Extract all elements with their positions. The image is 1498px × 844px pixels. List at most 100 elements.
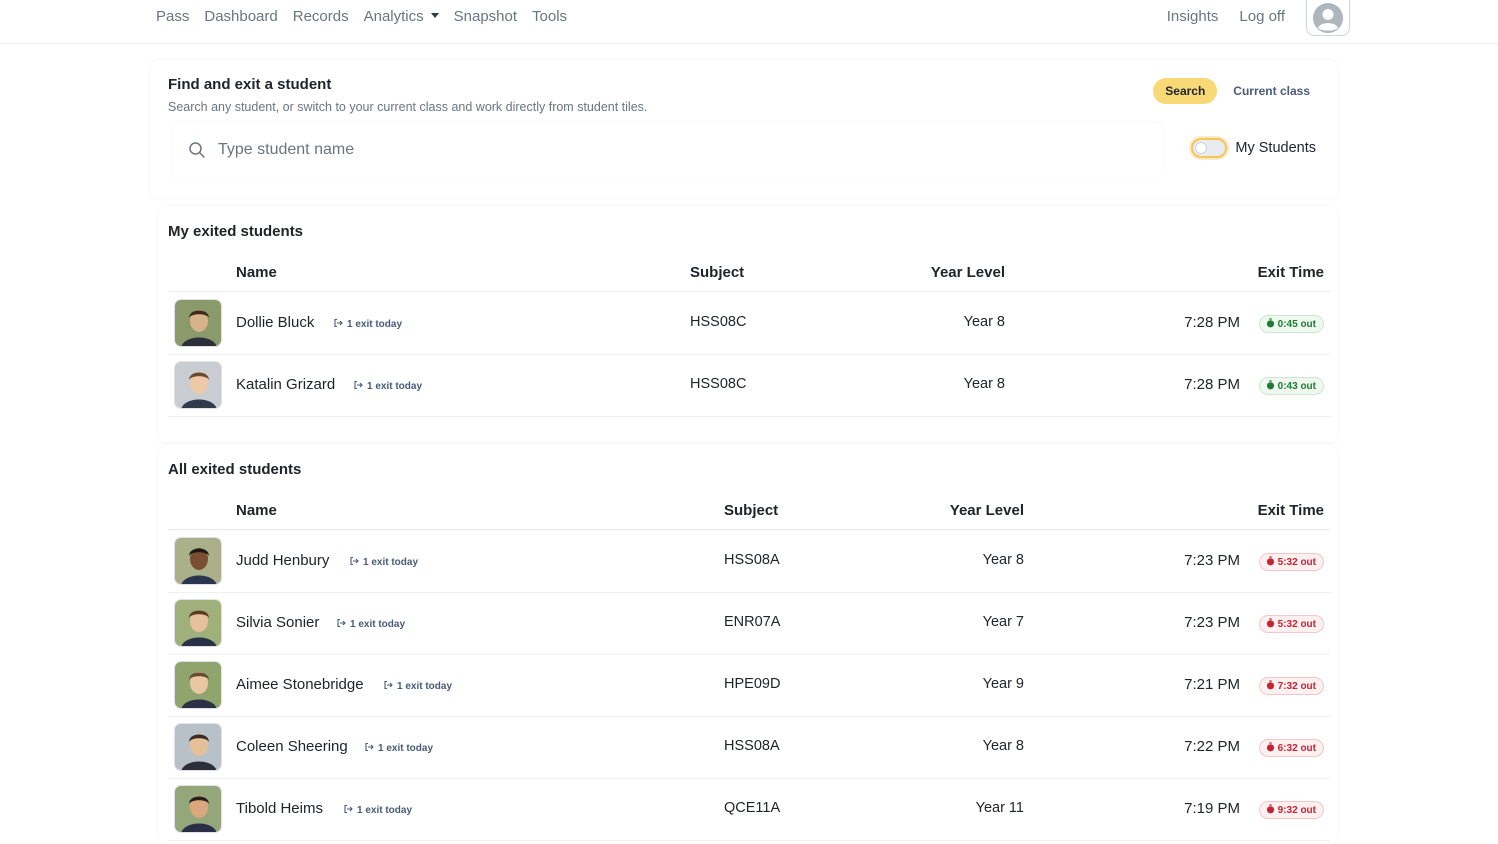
student-year-level: Year 8: [963, 314, 1005, 330]
student-year-level: Year 11: [975, 800, 1024, 816]
student-photo: [174, 361, 222, 409]
student-name[interactable]: Judd Henbury: [236, 552, 329, 569]
student-name[interactable]: Tibold Heims: [236, 800, 323, 817]
user-avatar-icon: [1313, 2, 1343, 33]
nav-tools[interactable]: Tools: [532, 8, 567, 25]
exit-count-text: 1 exit today: [363, 557, 419, 568]
caret-down-icon: [430, 12, 439, 18]
time-out-text: 9:32 out: [1277, 804, 1316, 816]
exit-count-badge: 1 exit today: [343, 804, 412, 817]
exit-count-text: 1 exit today: [357, 805, 413, 816]
exit-count-text: 1 exit today: [397, 681, 453, 692]
time-out-text: 0:45 out: [1277, 318, 1316, 330]
exit-arrow-icon: [364, 742, 374, 755]
time-out-text: 6:32 out: [1277, 742, 1316, 754]
time-out-badge: 6:32 out: [1258, 739, 1324, 757]
time-out-badge: 9:32 out: [1258, 801, 1324, 819]
my-students-toggle-group: My Students: [1191, 138, 1316, 158]
student-name[interactable]: Coleen Sheering: [236, 738, 348, 755]
search-icon: [189, 142, 205, 158]
exit-count-text: 1 exit today: [378, 743, 434, 754]
all-exited-students-section: All exited students Name Subject Year Le…: [158, 444, 1338, 844]
nav-pass[interactable]: Pass: [156, 8, 189, 25]
nav-dashboard[interactable]: Dashboard: [204, 8, 277, 25]
col-name: Name: [236, 264, 277, 281]
student-year-level: Year 8: [982, 552, 1024, 568]
timer-icon: [1266, 555, 1275, 569]
section-title: All exited students: [168, 461, 302, 478]
time-out-badge: 5:32 out: [1258, 615, 1324, 633]
student-subject: ENR07A: [724, 614, 781, 630]
time-out-badge: 7:32 out: [1258, 677, 1324, 695]
student-photo: [174, 537, 222, 585]
exit-time: 7:23 PM: [1184, 614, 1240, 631]
col-subject: Subject: [724, 502, 779, 519]
student-subject: QCE11A: [724, 800, 781, 816]
timer-icon: [1266, 379, 1275, 393]
nav-log-off[interactable]: Log off: [1239, 8, 1285, 25]
exit-count-badge: 1 exit today: [349, 556, 418, 569]
student-row[interactable]: Silvia Sonier 1 exit today ENR07A Year 7…: [168, 593, 1330, 655]
mode-switch: Search Current class: [1153, 78, 1322, 104]
student-year-level: Year 9: [982, 676, 1024, 692]
nav-right-links: Insights Log off: [1167, 0, 1350, 36]
exit-arrow-icon: [383, 680, 393, 693]
my-exited-students-section: My exited students Name Subject Year Lev…: [158, 206, 1338, 442]
student-row[interactable]: Tibold Heims 1 exit today QCE11A Year 11…: [168, 779, 1330, 841]
student-subject: HSS08A: [724, 552, 780, 568]
exit-arrow-icon: [353, 380, 363, 393]
student-row[interactable]: Coleen Sheering 1 exit today HSS08A Year…: [168, 717, 1330, 779]
exit-time: 7:23 PM: [1184, 552, 1240, 569]
top-navbar: Pass Dashboard Records Analytics Snapsho…: [0, 0, 1498, 44]
exit-time: 7:19 PM: [1184, 800, 1240, 817]
time-out-text: 7:32 out: [1277, 680, 1316, 692]
exit-count-badge: 1 exit today: [364, 742, 433, 755]
user-avatar-button[interactable]: [1306, 0, 1350, 36]
student-row[interactable]: Katalin Grizard 1 exit today HSS08C Year…: [168, 355, 1330, 417]
nav-records[interactable]: Records: [293, 8, 349, 25]
student-year-level: Year 8: [963, 376, 1005, 392]
student-search-input[interactable]: [218, 141, 1118, 159]
exit-count-text: 1 exit today: [347, 319, 403, 330]
exit-count-badge: 1 exit today: [333, 318, 402, 331]
student-subject: HSS08A: [724, 738, 780, 754]
nav-snapshot[interactable]: Snapshot: [454, 8, 517, 25]
time-out-badge: 0:43 out: [1258, 377, 1324, 395]
my-students-toggle[interactable]: [1191, 138, 1228, 158]
col-name: Name: [236, 502, 277, 519]
student-photo: [174, 599, 222, 647]
exit-count-badge: 1 exit today: [336, 618, 405, 631]
nav-analytics-label: Analytics: [363, 7, 424, 25]
table-header: Name Subject Year Level Exit Time: [168, 256, 1330, 292]
timer-icon: [1266, 317, 1275, 331]
timer-icon: [1266, 617, 1275, 631]
exit-time: 7:28 PM: [1184, 376, 1240, 393]
nav-analytics-dropdown[interactable]: Analytics: [364, 8, 439, 25]
student-row[interactable]: Judd Henbury 1 exit today HSS08A Year 8 …: [168, 531, 1330, 593]
time-out-badge: 5:32 out: [1258, 553, 1324, 571]
student-subject: HSS08C: [690, 376, 747, 392]
exit-arrow-icon: [343, 804, 353, 817]
exit-count-badge: 1 exit today: [353, 380, 422, 393]
student-photo: [174, 661, 222, 709]
mode-current-class-button[interactable]: Current class: [1221, 78, 1322, 104]
student-subject: HPE09D: [724, 676, 781, 692]
toggle-knob: [1195, 142, 1208, 154]
timer-icon: [1266, 741, 1275, 755]
student-row[interactable]: Dollie Bluck 1 exit today HSS08C Year 8 …: [168, 293, 1330, 355]
nav-insights[interactable]: Insights: [1167, 8, 1219, 25]
time-out-text: 5:32 out: [1277, 618, 1316, 630]
section-title: My exited students: [168, 223, 304, 240]
student-name[interactable]: Katalin Grizard: [236, 376, 335, 393]
student-subject: HSS08C: [690, 314, 747, 330]
time-out-text: 5:32 out: [1277, 556, 1316, 568]
mode-search-button[interactable]: Search: [1153, 78, 1218, 104]
student-year-level: Year 7: [982, 614, 1024, 630]
student-name[interactable]: Dollie Bluck: [236, 314, 314, 331]
exit-time: 7:22 PM: [1184, 738, 1240, 755]
student-name[interactable]: Silvia Sonier: [236, 614, 319, 631]
timer-icon: [1266, 679, 1275, 693]
student-name[interactable]: Aimee Stonebridge: [236, 676, 364, 693]
student-row[interactable]: Aimee Stonebridge 1 exit today HPE09D Ye…: [168, 655, 1330, 717]
find-student-subtitle: Search any student, or switch to your cu…: [168, 100, 648, 114]
